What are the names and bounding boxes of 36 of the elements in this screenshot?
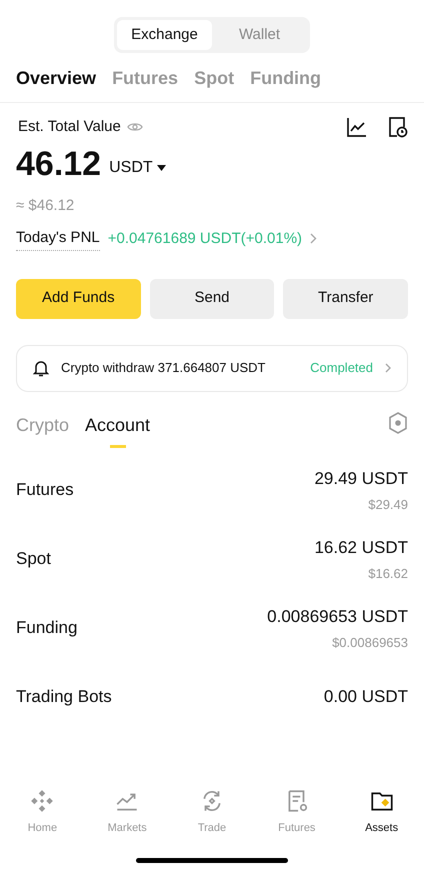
account-usd-value: $16.62 (368, 564, 408, 582)
total-value: 46.12 (16, 146, 102, 180)
pnl-value: +0.04761689 USDT(+0.01%) (108, 228, 302, 248)
account-usd-value: $0.00869653 (332, 634, 408, 652)
segment-tab[interactable]: Exchange (117, 20, 212, 50)
asset-tab[interactable]: Account (85, 412, 150, 448)
hexagon-icon[interactable] (388, 412, 408, 434)
account-name[interactable]: Funding (16, 615, 78, 641)
document-clock-icon[interactable] (388, 116, 408, 138)
pnl-label[interactable]: Today's PNL (16, 227, 100, 250)
account-amount: 29.49 USDT (314, 468, 408, 490)
total-value-label: Est. Total Value (18, 117, 121, 137)
chevron-right-icon[interactable] (310, 233, 318, 244)
account-name[interactable]: Futures (16, 477, 74, 503)
eye-icon[interactable] (126, 121, 143, 134)
account-name[interactable]: Spot (16, 546, 51, 572)
account-amount: 16.62 USDT (314, 537, 408, 559)
currency-selector[interactable]: USDT (109, 156, 166, 180)
nav-item[interactable]: Assets (339, 788, 424, 836)
chevron-right-icon (385, 363, 391, 373)
caret-icon (156, 164, 166, 170)
action-button[interactable]: Add Funds (16, 278, 141, 318)
action-button[interactable]: Send (150, 278, 274, 318)
line-chart-icon[interactable] (346, 116, 368, 138)
status-text: Completed (310, 359, 373, 378)
account-usd-value: $29.49 (368, 496, 408, 514)
tab[interactable]: Overview (16, 65, 96, 92)
diamond-logo-icon (29, 788, 56, 814)
approx-usd-value: ≈ $46.12 (16, 196, 76, 216)
action-button[interactable]: Transfer (283, 278, 408, 318)
bell-icon (33, 360, 49, 376)
notification-text: Crypto withdraw 371.664807 USDT (61, 359, 266, 378)
notification-card[interactable]: Crypto withdraw 371.664807 USDT Completed (16, 344, 408, 392)
account-amount: 0.00869653 USDT (267, 606, 408, 628)
account-name[interactable]: Trading Bots (16, 684, 112, 710)
account-amount: 0.00 USDT (324, 686, 408, 708)
